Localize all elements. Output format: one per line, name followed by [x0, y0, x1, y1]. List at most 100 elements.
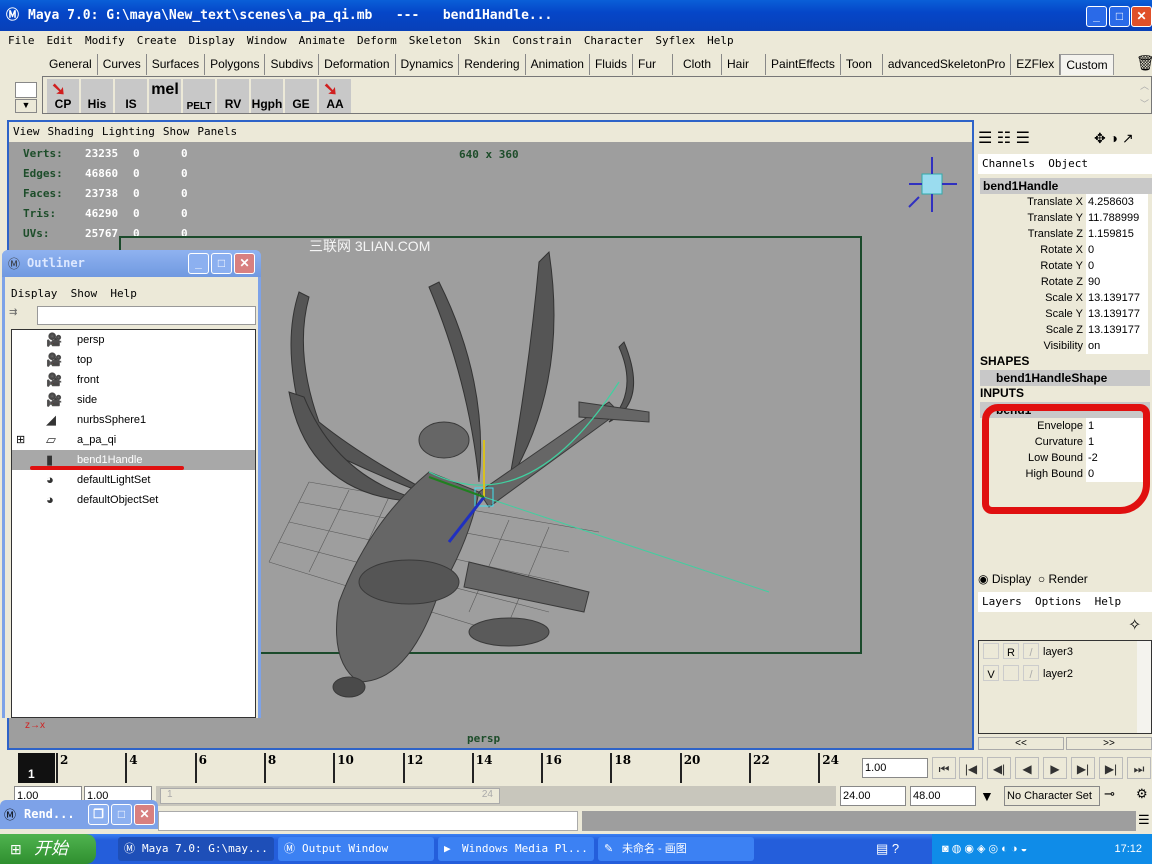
current-time-field[interactable]: 1.00 — [862, 758, 928, 778]
manipulator-icons[interactable]: ✥ ◑ ↗ — [1094, 130, 1134, 147]
shelf-tab-painteffects[interactable]: PaintEffects — [766, 54, 841, 75]
outliner-filter-input[interactable] — [37, 306, 256, 325]
shelf-tab-fluids[interactable]: Fluids — [590, 54, 633, 75]
script-editor-icon[interactable]: ☰ — [1138, 812, 1150, 828]
channel-object-name[interactable]: bend1Handle — [980, 178, 1152, 194]
layer-visibility-toggle[interactable] — [983, 643, 999, 659]
play-forward-button[interactable]: ▶ — [1043, 757, 1067, 779]
shelf-button-his[interactable]: His — [81, 79, 113, 113]
channel-value[interactable]: 0 — [1086, 242, 1148, 258]
expand-icon[interactable]: ⊞ — [16, 430, 25, 450]
shelf-tab-curves[interactable]: Curves — [98, 54, 147, 75]
shelf-button-mel[interactable]: mel — [149, 79, 181, 113]
step-forward-key-button[interactable]: ▶| — [1099, 757, 1123, 779]
shelf-tab-toon[interactable]: Toon — [841, 54, 883, 75]
menu-syflex[interactable]: Syflex — [655, 34, 695, 47]
shelf-dropdown-icon[interactable]: ▼ — [15, 99, 37, 113]
layers-prev-button[interactable]: << — [978, 737, 1064, 750]
shelf-tab-rendering[interactable]: Rendering — [459, 54, 526, 75]
outliner-menu-display[interactable]: Display — [11, 287, 57, 300]
view-cube-icon[interactable] — [908, 157, 957, 212]
render-restore-button[interactable]: ❐ — [88, 804, 109, 825]
shelf-tab-hair[interactable]: Hair — [722, 54, 767, 75]
close-button[interactable]: ✕ — [1131, 6, 1152, 27]
step-forward-frame-button[interactable]: ▶| — [1071, 757, 1095, 779]
channel-name[interactable]: Scale Y — [980, 306, 1086, 322]
layer-name[interactable]: layer3 — [1043, 643, 1073, 661]
channel-value[interactable]: 13.139177 — [1086, 290, 1148, 306]
outliner-item-top[interactable]: 🎥 top — [12, 350, 255, 370]
step-back-key-button[interactable]: |◀ — [959, 757, 983, 779]
menu-skin[interactable]: Skin — [474, 34, 501, 47]
channel-value[interactable]: 0 — [1086, 258, 1148, 274]
taskbar-item-maya[interactable]: Ⓜ Maya 7.0: G:\may... — [118, 837, 274, 861]
shelf-tab-general[interactable]: General — [44, 54, 98, 75]
layer-color-swatch[interactable]: / — [1023, 665, 1039, 681]
channel-name[interactable]: Rotate Z — [980, 274, 1086, 290]
shelf-button-hgph[interactable]: Hgph — [251, 79, 283, 113]
shelf-button-rv[interactable]: RV — [217, 79, 249, 113]
quicklaunch-icons[interactable]: ▤ ? — [876, 841, 899, 857]
outliner-item-persp[interactable]: 🎥 persp — [12, 330, 255, 350]
taskbar-item-output-window[interactable]: Ⓜ Output Window — [278, 837, 434, 861]
maximize-button[interactable]: □ — [1109, 6, 1130, 27]
outliner-item-a_pa_qi[interactable]: ⊞ ▱ a_pa_qi — [12, 430, 255, 450]
menu-file[interactable]: File — [8, 34, 35, 47]
outliner-item-defaultObjectSet[interactable]: ◕ defaultObjectSet — [12, 490, 255, 510]
channel-value[interactable]: 4.258603 — [1086, 194, 1148, 210]
preferences-icon[interactable]: ⚙ — [1136, 786, 1148, 802]
filter-icon[interactable]: ⇉ — [9, 307, 17, 318]
outliner-item-defaultLightSet[interactable]: ◕ defaultLightSet — [12, 470, 255, 490]
shelf-tab-advancedskeletonpro[interactable]: advancedSkeletonPro — [883, 54, 1012, 75]
channel-name[interactable]: Scale Z — [980, 322, 1086, 338]
channel-value[interactable]: 11.788999 — [1086, 210, 1148, 226]
render-maximize-button[interactable]: □ — [111, 804, 132, 825]
trash-icon[interactable]: 🗑 — [1136, 54, 1152, 72]
new-layer-icon[interactable]: ✧ — [1128, 615, 1141, 635]
character-set-menu[interactable]: No Character Set — [1004, 786, 1100, 806]
menu-character[interactable]: Character — [584, 34, 644, 47]
shelf-scroll-up[interactable]: ︿ — [1140, 79, 1149, 92]
outliner-item-side[interactable]: 🎥 side — [12, 390, 255, 410]
render-radio[interactable]: ○ Render — [1038, 572, 1088, 586]
menu-edit[interactable]: Edit — [47, 34, 74, 47]
shelf-tab-animation[interactable]: Animation — [526, 54, 590, 75]
menu-constrain[interactable]: Constrain — [512, 34, 572, 47]
channel-value[interactable]: 1.159815 — [1086, 226, 1148, 242]
shelf-menu-button[interactable] — [15, 82, 37, 98]
outliner-minimize-button[interactable]: _ — [188, 253, 209, 274]
step-back-frame-button[interactable]: ◀| — [987, 757, 1011, 779]
channel-value[interactable]: on — [1086, 338, 1148, 354]
shelf-tab-ezflex[interactable]: EZFlex — [1011, 54, 1061, 75]
layer-name[interactable]: layer2 — [1043, 665, 1073, 683]
menu-animate[interactable]: Animate — [299, 34, 345, 47]
layer-row[interactable]: R / layer3 — [979, 643, 1151, 663]
outliner-title-bar[interactable]: Ⓜ Outliner _ □ ✕ — [2, 250, 261, 277]
range-end-field[interactable]: 24.00 — [840, 786, 906, 806]
command-line-input[interactable] — [158, 811, 578, 831]
shelf-tab-polygons[interactable]: Polygons — [205, 54, 266, 75]
layers-menu-help[interactable]: Help — [1095, 595, 1122, 608]
menu-help[interactable]: Help — [707, 34, 734, 47]
layers-next-button[interactable]: >> — [1066, 737, 1152, 750]
channel-box-toggle-icons[interactable]: ☰ ☷ ☰ — [978, 128, 1030, 148]
layers-menu-options[interactable]: Options — [1035, 595, 1081, 608]
menu-create[interactable]: Create — [137, 34, 177, 47]
taskbar-item-media-player[interactable]: ▶ Windows Media Pl... — [438, 837, 594, 861]
menu-window[interactable]: Window — [247, 34, 287, 47]
channel-name[interactable]: Translate X — [980, 194, 1086, 210]
layers-menu-layers[interactable]: Layers — [982, 595, 1022, 608]
outliner-maximize-button[interactable]: □ — [211, 253, 232, 274]
layer-visibility-toggle[interactable]: V — [983, 665, 999, 681]
channel-name[interactable]: Translate Y — [980, 210, 1086, 226]
outliner-item-nurbsSphere1[interactable]: ◢ nurbsSphere1 — [12, 410, 255, 430]
menu-modify[interactable]: Modify — [85, 34, 125, 47]
menu-deform[interactable]: Deform — [357, 34, 397, 47]
menu-skeleton[interactable]: Skeleton — [409, 34, 462, 47]
layer-scrollbar[interactable] — [1137, 641, 1151, 733]
shelf-tab-custom[interactable]: Custom — [1060, 54, 1114, 75]
layer-type-toggle[interactable]: R — [1003, 643, 1019, 659]
range-slider-bar[interactable]: 1 24 — [160, 788, 500, 804]
channels-menu[interactable]: Channels — [982, 157, 1035, 170]
render-close-button[interactable]: ✕ — [134, 804, 155, 825]
